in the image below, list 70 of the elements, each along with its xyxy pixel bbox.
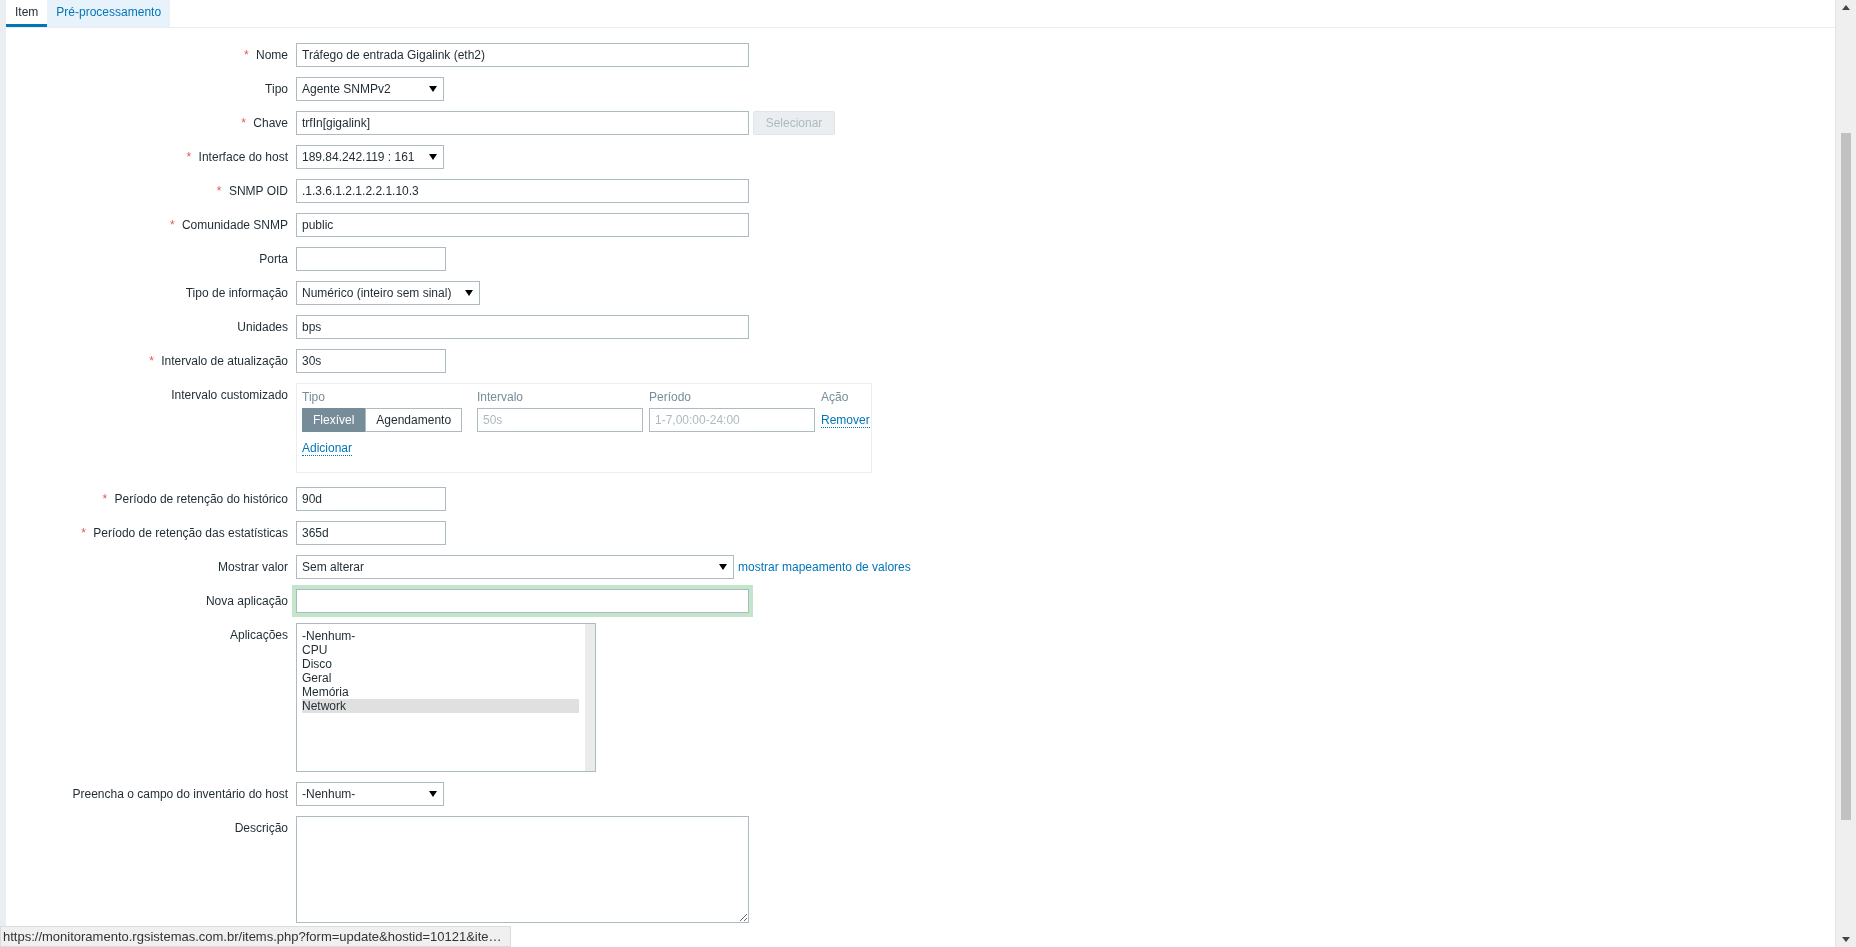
field-label: Nome — [256, 48, 288, 62]
text-field[interactable] — [296, 247, 446, 271]
column-header: Período — [649, 390, 693, 404]
dropdown-arrow-icon — [429, 791, 437, 797]
dropdown[interactable]: Sem alterar — [296, 555, 734, 579]
field-label: Interface do host — [198, 150, 288, 164]
list-option[interactable]: -Nenhum- — [302, 629, 579, 643]
field-label: Mostrar valor — [218, 560, 288, 574]
field-label: Unidades — [237, 320, 288, 334]
scrollbar[interactable] — [1836, 0, 1856, 947]
dropdown-arrow-icon — [719, 564, 727, 570]
field-label: Período de retenção do histórico — [114, 492, 288, 506]
field-label: Período de retenção das estatísticas — [93, 526, 288, 540]
field-label: Comunidade SNMP — [181, 218, 288, 232]
dropdown-arrow-icon — [429, 154, 437, 160]
column-header: Intervalo — [477, 390, 525, 404]
field-label: Tipo de informação — [185, 286, 288, 300]
text-field[interactable] — [296, 589, 749, 613]
scroll-down-icon[interactable] — [1842, 937, 1850, 942]
description-field[interactable] — [296, 816, 749, 923]
text-field[interactable]: public — [296, 213, 749, 237]
text-field[interactable]: Tráfego de entrada Gigalink (eth2) — [296, 43, 749, 67]
list-option[interactable]: Disco — [302, 657, 579, 671]
field-label: Descrição — [234, 821, 288, 835]
add-link[interactable]: Adicionar — [302, 441, 353, 456]
period-field[interactable]: 1-7,00:00-24:00 — [649, 408, 815, 432]
dropdown[interactable]: Agente SNMPv2 — [296, 77, 444, 101]
mode-toggle[interactable]: Agendamento — [365, 408, 463, 432]
text-field[interactable]: trfIn[gigalink] — [296, 111, 749, 135]
dropdown-arrow-icon — [429, 86, 437, 92]
required-asterisk: * — [241, 116, 246, 130]
column-header: Ação — [821, 390, 850, 404]
required-asterisk: * — [102, 492, 108, 506]
text-field[interactable]: bps — [296, 315, 749, 339]
status-bar-url: https://monitoramento.rgsistemas.com.br/items.php?form=update&hostid=10121&ite… — [0, 926, 511, 947]
required-asterisk: * — [186, 150, 192, 164]
list-option[interactable]: CPU — [302, 643, 579, 657]
scroll-up-icon[interactable] — [1842, 5, 1850, 10]
required-asterisk: * — [216, 184, 222, 198]
field-label: Nova aplicação — [205, 594, 288, 608]
text-field[interactable]: 30s — [296, 349, 446, 373]
list-option[interactable]: Geral — [302, 671, 579, 685]
field-label: Aplicações — [229, 628, 288, 642]
tab[interactable]: Pré-processamento — [47, 0, 171, 27]
field-label: Intervalo de atualização — [161, 354, 288, 368]
dropdown[interactable]: Numérico (inteiro sem sinal) — [296, 281, 481, 305]
list-option[interactable]: Memória — [302, 685, 579, 699]
text-field[interactable]: 90d — [296, 487, 446, 511]
dropdown[interactable]: -Nenhum- — [296, 782, 444, 806]
required-asterisk: * — [169, 218, 175, 232]
required-asterisk: * — [149, 354, 154, 368]
listbox[interactable]: -Nenhum- CPU Disco Geral Memória Network — [296, 623, 596, 772]
text-field[interactable]: .1.3.6.1.2.1.2.2.1.10.3 — [296, 179, 749, 203]
dropdown[interactable]: 189.84.242.119 : 161 — [296, 145, 444, 169]
required-asterisk: * — [243, 48, 249, 62]
list-option[interactable]: Network — [302, 699, 579, 713]
required-asterisk: * — [81, 526, 86, 540]
field-label: SNMP OID — [228, 184, 288, 198]
field-label: Chave — [253, 116, 288, 130]
field-label: Intervalo customizado — [171, 388, 288, 402]
interval-field[interactable]: 50s — [477, 408, 643, 432]
field-label: Preencha o campo do inventário do host — [72, 787, 288, 801]
link[interactable]: mostrar mapeamento de valores — [738, 560, 911, 574]
remove-link[interactable]: Remover — [821, 412, 870, 428]
scrollbar[interactable] — [585, 624, 595, 771]
text-field[interactable]: 365d — [296, 521, 446, 545]
column-header: Tipo — [302, 390, 326, 404]
dropdown-arrow-icon — [465, 290, 474, 296]
field-label: Porta — [259, 252, 288, 266]
field-label: Tipo — [265, 82, 288, 96]
